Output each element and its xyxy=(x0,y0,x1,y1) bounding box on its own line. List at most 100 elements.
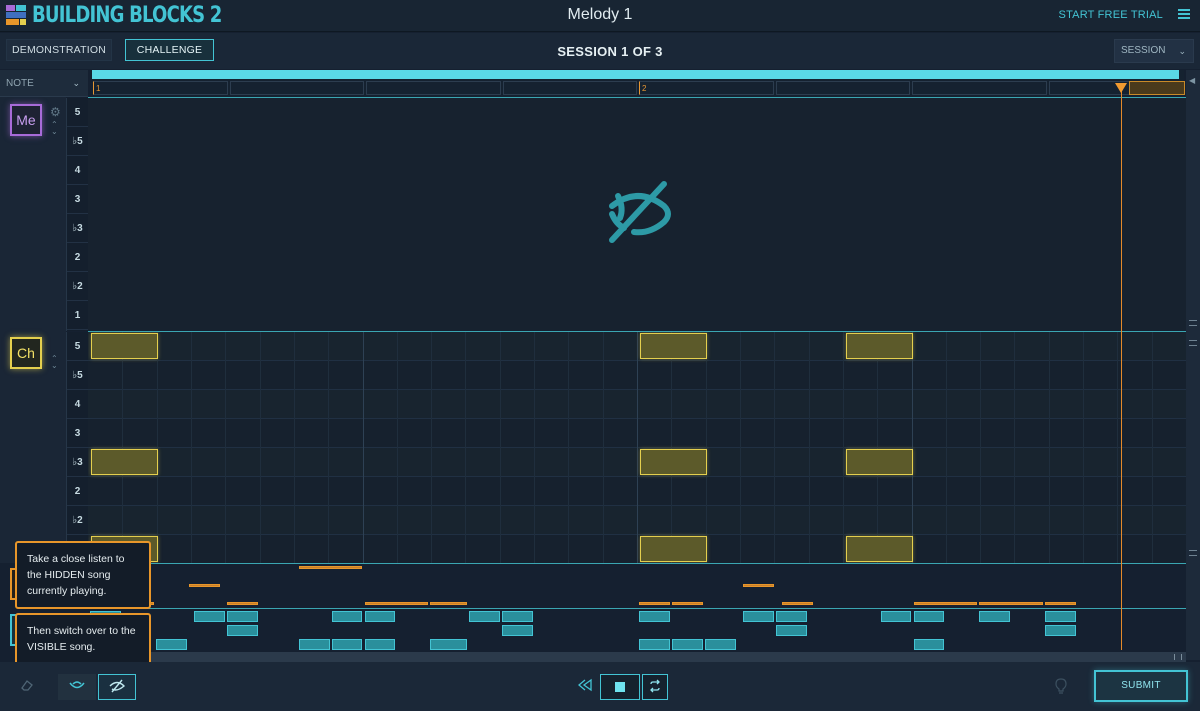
timeline-beat-segment[interactable] xyxy=(229,81,364,95)
drum-hit[interactable] xyxy=(979,611,1011,622)
rewind-button[interactable] xyxy=(572,674,598,700)
challenge-tab[interactable]: CHALLENGE xyxy=(125,39,214,61)
octave-stepper[interactable]: ⌃ ⌄ xyxy=(51,355,61,370)
chord-note-block[interactable] xyxy=(91,449,159,475)
drum-hit[interactable] xyxy=(155,639,187,650)
vertical-scrollbar[interactable]: ◀ xyxy=(1186,70,1200,660)
bass-note[interactable] xyxy=(188,584,220,587)
playhead-marker-icon[interactable] xyxy=(1115,83,1128,93)
bass-note[interactable] xyxy=(364,602,429,605)
chord-note-block[interactable] xyxy=(640,536,708,562)
scroll-grip-icon[interactable] xyxy=(1189,320,1197,326)
timeline-beat-segment[interactable] xyxy=(502,81,637,95)
collapse-arrow-icon[interactable]: ◀ xyxy=(1189,76,1195,85)
chevron-down-icon: ⌄ xyxy=(1178,46,1186,56)
scroll-grip-icon[interactable] xyxy=(1174,654,1182,660)
track-header-column xyxy=(0,97,66,563)
drum-hit[interactable] xyxy=(776,611,808,622)
bass-note[interactable] xyxy=(227,602,259,605)
timeline-beat-segment[interactable]: 1 xyxy=(93,81,228,95)
melody-track-badge[interactable]: Me xyxy=(10,104,42,136)
bass-note[interactable] xyxy=(639,602,670,605)
stop-button[interactable] xyxy=(600,674,640,700)
drum-hit[interactable] xyxy=(227,625,259,636)
drum-hit[interactable] xyxy=(430,639,467,650)
timeline-beat-segment[interactable] xyxy=(366,81,501,95)
bass-note[interactable] xyxy=(743,584,775,587)
drum-hit[interactable] xyxy=(1045,625,1077,636)
loop-button[interactable] xyxy=(642,674,668,700)
drum-hit[interactable] xyxy=(913,611,945,622)
show-visible-song-button[interactable] xyxy=(98,674,136,700)
bass-note[interactable] xyxy=(298,566,363,569)
bass-note[interactable] xyxy=(979,602,1044,605)
scroll-grip-icon[interactable] xyxy=(1189,340,1197,346)
drum-hit[interactable] xyxy=(364,611,396,622)
bass-note[interactable] xyxy=(671,602,703,605)
chord-note-block[interactable] xyxy=(640,449,708,475)
session-select[interactable]: SESSION ⌄ xyxy=(1114,39,1194,63)
submit-button[interactable]: SUBMIT xyxy=(1094,670,1188,702)
scroll-grip-icon[interactable] xyxy=(1189,550,1197,556)
note-select[interactable]: NOTE ⌄ xyxy=(0,70,88,97)
bass-note[interactable] xyxy=(781,602,813,605)
chord-note-block[interactable] xyxy=(845,536,914,562)
show-hidden-song-button[interactable] xyxy=(58,674,96,700)
bass-note[interactable] xyxy=(1045,602,1077,605)
chord-note-block[interactable] xyxy=(845,333,914,359)
eraser-button[interactable] xyxy=(8,674,46,700)
grid-line xyxy=(534,332,536,563)
grid-line xyxy=(568,332,570,563)
bass-note[interactable] xyxy=(430,602,467,605)
grid-line xyxy=(225,332,227,563)
grid-line xyxy=(1083,332,1085,563)
chord-note-block[interactable] xyxy=(91,333,159,359)
drum-hit[interactable] xyxy=(1045,611,1077,622)
drum-hit[interactable] xyxy=(501,611,533,622)
hamburger-menu-icon[interactable] xyxy=(1178,9,1190,20)
degree-label: 2 xyxy=(67,243,88,272)
timeline-beat-segment[interactable] xyxy=(775,81,910,95)
bass-note[interactable] xyxy=(913,602,978,605)
drum-hit[interactable] xyxy=(501,625,533,636)
chord-note-block[interactable] xyxy=(845,449,914,475)
drum-hit[interactable] xyxy=(298,639,330,650)
drum-hit[interactable] xyxy=(671,639,703,650)
grid-line xyxy=(602,332,604,563)
loop-region[interactable] xyxy=(1128,81,1185,95)
timeline-ruler[interactable]: 12 xyxy=(92,70,1185,97)
grid-line xyxy=(465,332,467,563)
drum-hit[interactable] xyxy=(639,639,670,650)
degree-label: ♭3 xyxy=(67,448,88,477)
gear-icon[interactable]: ⚙ xyxy=(50,105,61,119)
drum-hit[interactable] xyxy=(913,639,945,650)
drum-hit[interactable] xyxy=(880,611,912,622)
playhead-line[interactable] xyxy=(1121,88,1123,650)
drum-hit[interactable] xyxy=(743,611,775,622)
drum-track-preview[interactable] xyxy=(88,608,1186,652)
drum-hit[interactable] xyxy=(639,611,670,622)
drum-hit[interactable] xyxy=(704,639,736,650)
timeline-beat-segment[interactable] xyxy=(912,81,1047,95)
chord-note-block[interactable] xyxy=(640,333,708,359)
start-free-trial-link[interactable]: START FREE TRIAL xyxy=(1059,9,1163,21)
drum-hit[interactable] xyxy=(227,611,259,622)
drum-hit[interactable] xyxy=(331,611,363,622)
eye-icon xyxy=(69,681,85,689)
degree-label: ♭3 xyxy=(67,214,88,243)
chord-piano-roll[interactable] xyxy=(88,331,1186,563)
melody-hidden-panel[interactable] xyxy=(88,97,1186,330)
demonstration-tab[interactable]: DEMONSTRATION xyxy=(6,39,112,61)
bass-track-preview[interactable] xyxy=(88,563,1186,608)
chord-track-badge[interactable]: Ch xyxy=(10,337,42,369)
drum-hit[interactable] xyxy=(331,639,363,650)
horizontal-scrollbar[interactable] xyxy=(88,652,1186,662)
octave-stepper[interactable]: ⌃ ⌄ xyxy=(51,121,61,136)
timeline-beat-segment[interactable]: 2 xyxy=(639,81,774,95)
drum-hit[interactable] xyxy=(364,639,396,650)
hint-button[interactable] xyxy=(1050,674,1072,700)
grid-line xyxy=(362,332,364,563)
drum-hit[interactable] xyxy=(194,611,226,622)
drum-hit[interactable] xyxy=(468,611,500,622)
drum-hit[interactable] xyxy=(776,625,808,636)
